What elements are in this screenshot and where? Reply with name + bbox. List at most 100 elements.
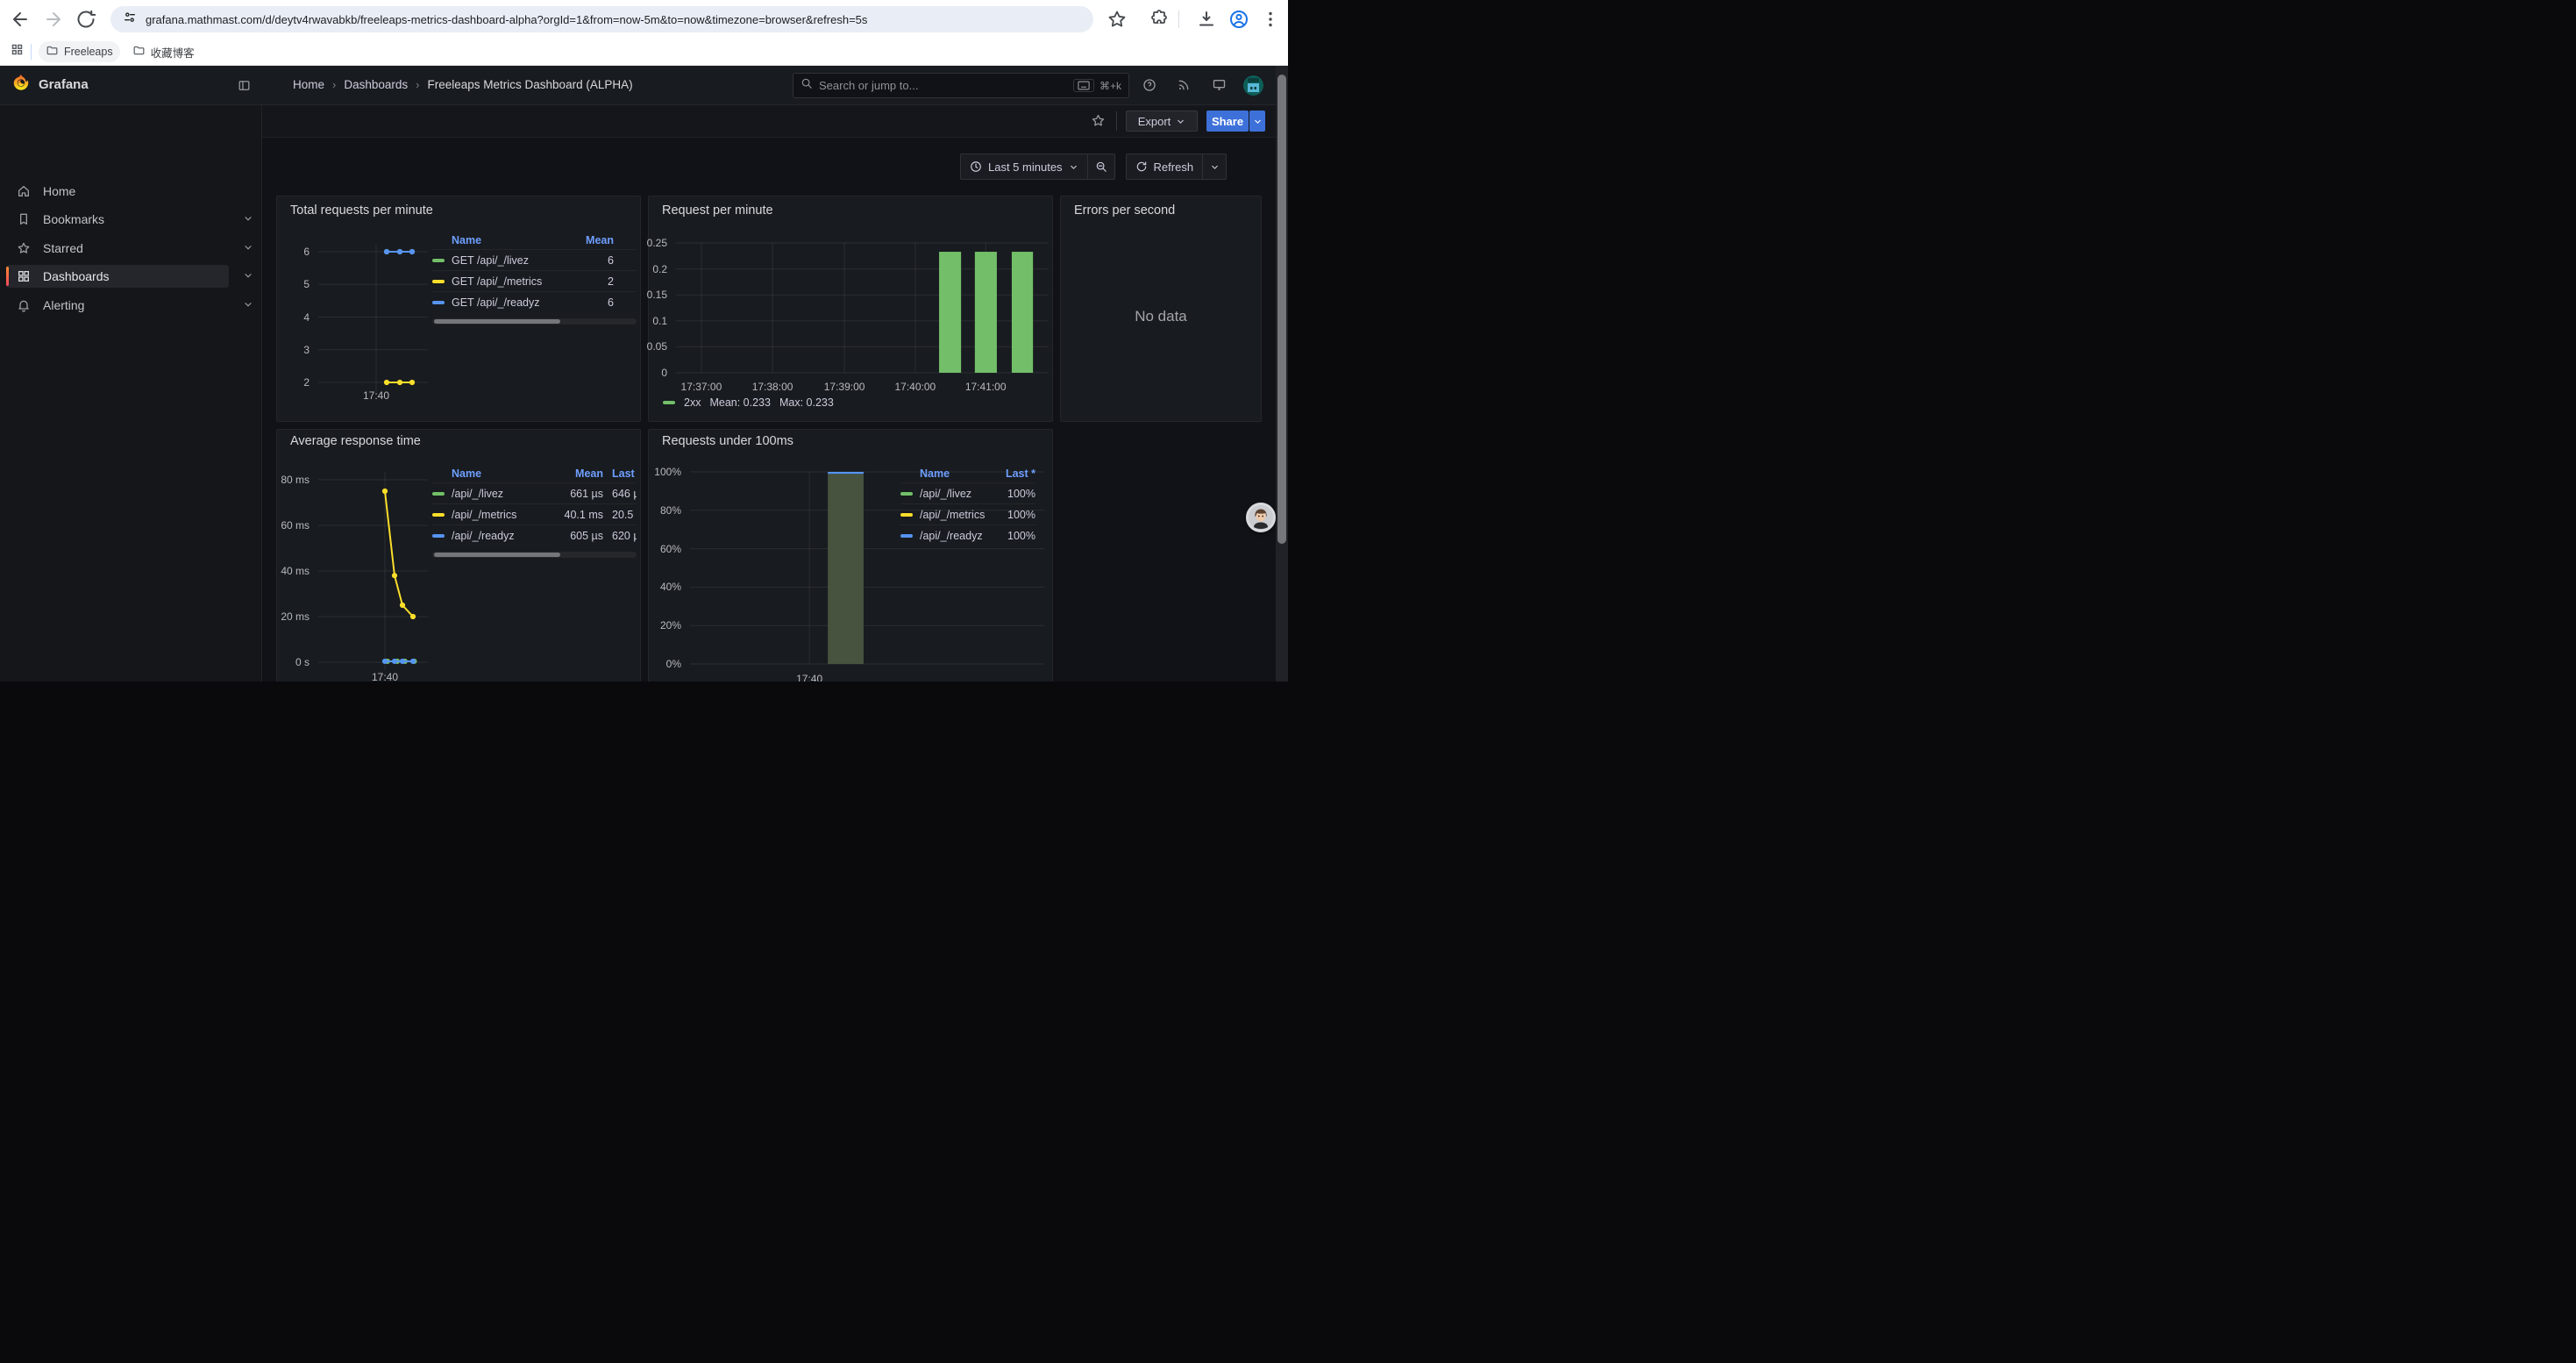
sidebar-item-dashboards[interactable]: Dashboards (6, 265, 229, 288)
rss-icon[interactable] (1177, 78, 1191, 92)
legend-col-mean[interactable]: Mean (551, 467, 603, 480)
chevron-down-icon[interactable] (243, 298, 253, 312)
favorite-star-icon[interactable] (1091, 113, 1106, 128)
folder-icon (132, 44, 146, 60)
series-last: 20.5 ms (612, 509, 637, 521)
breadcrumb-home[interactable]: Home (293, 78, 324, 91)
series-name[interactable]: /api/_/metrics (920, 509, 997, 521)
sidebar-collapse-icon[interactable] (238, 79, 251, 92)
bookmark-folder-freeleaps[interactable]: Freeleaps (39, 41, 120, 62)
chevron-down-icon[interactable] (243, 269, 253, 283)
legend-row[interactable]: /api/_/livez 100% (900, 482, 1035, 503)
series-last: 646 µs (612, 488, 637, 500)
back-icon[interactable] (10, 9, 31, 30)
menu-kebab-icon[interactable] (1260, 9, 1281, 30)
panel-errors-per-second[interactable]: Errors per second No data (1060, 196, 1262, 422)
breadcrumb-dashboards[interactable]: Dashboards (344, 78, 408, 91)
floating-assistant-avatar[interactable] (1246, 503, 1276, 532)
series-name[interactable]: /api/_/readyz (920, 530, 997, 542)
legend-row[interactable]: GET /api/_/readyz 6 (432, 291, 637, 312)
legend-col-name[interactable]: Name (900, 467, 997, 480)
no-data-message: No data (1061, 308, 1261, 325)
legend-row[interactable]: /api/_/livez 661 µs 646 µs (432, 482, 637, 503)
zoom-out-button[interactable] (1088, 153, 1115, 180)
chevron-down-icon[interactable] (243, 241, 253, 255)
series-name[interactable]: /api/_/metrics (452, 509, 551, 521)
reload-icon[interactable] (75, 9, 96, 30)
export-button[interactable]: Export (1126, 111, 1198, 132)
line-chart[interactable] (318, 252, 428, 382)
chevron-down-icon[interactable] (243, 212, 253, 226)
search-placeholder: Search or jump to... (819, 79, 1073, 92)
apps-grid-icon[interactable] (11, 43, 24, 61)
site-settings-icon[interactable] (123, 11, 137, 29)
legend-col-mean[interactable]: Mean (573, 234, 614, 246)
legend-col-last[interactable]: Last * (612, 467, 637, 480)
share-menu-button[interactable] (1249, 111, 1265, 132)
legend-row[interactable]: /api/_/readyz 605 µs 620 µs (432, 525, 637, 546)
user-avatar[interactable] (1243, 75, 1263, 96)
bookmark-folder-blogs[interactable]: 收藏博客 (125, 41, 202, 63)
breadcrumb: Home › Dashboards › Freeleaps Metrics Da… (293, 78, 633, 91)
legend-col-last[interactable]: Last * (997, 467, 1035, 480)
refresh-button[interactable]: Refresh (1126, 153, 1204, 180)
sidebar-item-alerting[interactable]: Alerting (6, 294, 229, 317)
sidebar-item-label: Bookmarks (43, 212, 104, 226)
bookmarks-bar: Freeleaps 收藏博客 (0, 39, 1288, 66)
sidebar-item-home[interactable]: Home (6, 180, 229, 203)
series-swatch (900, 534, 913, 538)
download-icon[interactable] (1196, 9, 1217, 30)
series-max: Max: 0.233 (779, 396, 834, 409)
series-name[interactable]: /api/_/livez (452, 488, 551, 500)
forward-icon[interactable] (43, 9, 64, 30)
legend-header: Name Mean (432, 232, 637, 249)
series-name[interactable]: GET /api/_/readyz (452, 296, 573, 309)
legend-col-name[interactable]: Name (432, 467, 551, 480)
extensions-icon[interactable] (1149, 9, 1171, 30)
refresh-label: Refresh (1154, 161, 1194, 174)
clock-icon (970, 161, 982, 173)
bookmark-star-icon[interactable] (1107, 9, 1128, 30)
page-scrollbar[interactable] (1276, 66, 1288, 682)
y-axis: 0.250.20.150.10.050 (649, 243, 671, 373)
grafana-brand[interactable]: Grafana (11, 72, 89, 96)
sidebar-item-bookmarks[interactable]: Bookmarks (6, 208, 229, 231)
legend-row[interactable]: GET /api/_/metrics 2 (432, 270, 637, 291)
legend-row[interactable]: /api/_/readyz 100% (900, 525, 1035, 546)
share-button[interactable]: Share (1206, 111, 1249, 132)
line-chart[interactable] (318, 480, 428, 662)
legend-row[interactable]: /api/_/metrics 40.1 ms 20.5 ms (432, 503, 637, 525)
legend-col-name[interactable]: Name (432, 234, 573, 246)
chevron-down-icon (1210, 162, 1220, 172)
legend-scrollbar[interactable] (432, 552, 637, 558)
panel-requests-under-100ms[interactable]: Requests under 100ms 100%80%60%40%20%0% … (648, 429, 1053, 682)
sidebar-item-starred[interactable]: Starred (6, 237, 229, 260)
legend-row[interactable]: /api/_/metrics 100% (900, 503, 1035, 525)
series-name[interactable]: GET /api/_/livez (452, 254, 573, 267)
sidebar-item-label: Starred (43, 241, 83, 255)
series-name[interactable]: /api/_/readyz (452, 530, 551, 542)
bar-chart[interactable] (676, 243, 1049, 373)
legend-row[interactable]: GET /api/_/livez 6 (432, 249, 637, 270)
dashboard-actions-row: Export Share (262, 105, 1276, 138)
profile-icon[interactable] (1228, 9, 1249, 30)
panel-total-requests-per-minute[interactable]: Total requests per minute 65432 17:40 Na… (276, 196, 641, 422)
panel-request-per-minute[interactable]: Request per minute 0.250.20.150.10.050 1… (648, 196, 1053, 422)
sidebar-item-label: Dashboards (43, 269, 110, 283)
legend[interactable]: 2xx Mean: 0.233 Max: 0.233 (663, 396, 834, 409)
monitor-icon[interactable] (1212, 78, 1227, 92)
address-bar[interactable]: grafana.mathmast.com/d/deytv4rwavabkb/fr… (110, 6, 1093, 32)
scrollbar-thumb[interactable] (1277, 75, 1286, 544)
series-name[interactable]: /api/_/livez (920, 488, 997, 500)
series-name[interactable]: 2xx (684, 396, 701, 409)
toolbar-divider (1178, 11, 1179, 28)
time-range-picker[interactable]: Last 5 minutes (960, 153, 1088, 180)
y-axis: 80 ms60 ms40 ms20 ms0 s (277, 480, 313, 662)
legend-scrollbar[interactable] (432, 318, 637, 325)
refresh-interval-button[interactable] (1203, 153, 1227, 180)
help-icon[interactable] (1142, 78, 1156, 92)
series-name[interactable]: GET /api/_/metrics (452, 275, 573, 288)
search-input[interactable]: Search or jump to... ⌘+k (793, 73, 1129, 98)
series-swatch (432, 534, 445, 538)
panel-average-response-time[interactable]: Average response time 80 ms60 ms40 ms20 … (276, 429, 641, 682)
